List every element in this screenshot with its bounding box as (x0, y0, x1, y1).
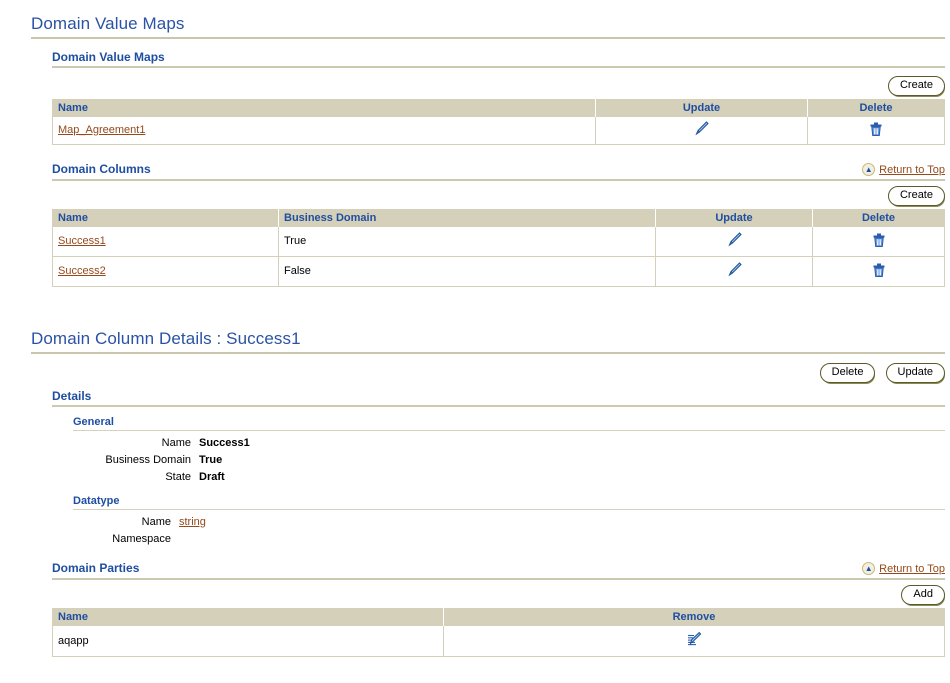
column-header-delete: Delete (812, 209, 945, 227)
pencil-icon[interactable] (693, 120, 710, 140)
domain-value-maps-section: Domain Value Maps Create Name Update Del… (52, 50, 945, 287)
general-fields: Name Success1 Business Domain True State… (73, 435, 945, 486)
field-value-name: Success1 (199, 437, 250, 449)
domain-parties-button-row: Add (52, 585, 945, 605)
domain-parties-add-button[interactable]: Add (901, 585, 945, 605)
field-label-namespace: Namespace (112, 533, 171, 545)
field-row-namespace: Namespace (73, 531, 945, 548)
table-header-row: Name Update Delete (52, 99, 945, 117)
field-label-business-domain: Business Domain (105, 454, 191, 466)
domain-columns-create-button[interactable]: Create (887, 186, 945, 206)
table-row: Success2 False (52, 256, 945, 287)
datatype-heading: Datatype (73, 495, 945, 510)
column-header-business-domain: Business Domain (278, 209, 656, 227)
map-agreement-link[interactable]: Map_Agreement1 (58, 124, 145, 136)
domain-column-link-success1[interactable]: Success1 (58, 235, 106, 247)
page-title: Domain Value Maps (31, 14, 945, 39)
domain-parties-header-row: Domain Parties ▲ Return to Top (52, 561, 945, 577)
pencil-icon[interactable] (726, 261, 743, 281)
field-label-name: Name (161, 437, 191, 449)
domain-columns-header-row: Domain Columns ▲ Return to Top (52, 162, 945, 178)
return-to-top-domain-columns[interactable]: ▲ Return to Top (862, 163, 945, 176)
cell-delete (812, 256, 945, 287)
field-row-datatype-name: Name string (73, 514, 945, 531)
column-header-update: Update (655, 209, 813, 227)
field-label-state: State (165, 471, 191, 483)
datatype-string-link[interactable]: string (179, 516, 206, 528)
field-label-datatype-name: Name (141, 516, 171, 528)
cell-delete (807, 117, 945, 145)
cell-business-domain: False (278, 256, 656, 287)
table-header-row: Name Remove (52, 608, 945, 626)
return-to-top-domain-parties[interactable]: ▲ Return to Top (862, 562, 945, 575)
dvm-create-button[interactable]: Create (887, 76, 945, 96)
table-row: aqapp (52, 626, 945, 657)
page-content: Domain Value Maps Domain Value Maps Crea… (0, 0, 950, 657)
general-block: General Name Success1 Business Domain Tr… (73, 416, 945, 548)
table-header-row: Name Business Domain Update Delete (52, 209, 945, 227)
domain-parties-heading: Domain Parties (52, 561, 140, 575)
column-header-name: Name (52, 209, 279, 227)
cell-name: Success2 (52, 256, 279, 287)
domain-columns-heading: Domain Columns (52, 162, 151, 176)
domain-column-details-page: Domain Column Details : Success1 Delete … (31, 329, 945, 657)
field-value-state: Draft (199, 471, 225, 483)
field-value-namespace (179, 531, 945, 548)
cell-name: Map_Agreement1 (52, 117, 596, 145)
details-block: Details General Name Success1 Business D… (52, 389, 945, 657)
datatype-fields: Name string Namespace (73, 514, 945, 548)
field-row-name: Name Success1 (73, 435, 945, 452)
field-value-business-domain: True (199, 454, 223, 466)
cell-update (655, 227, 813, 257)
cell-update (595, 117, 808, 145)
column-header-remove: Remove (443, 608, 945, 626)
up-arrow-icon: ▲ (862, 163, 876, 176)
details-delete-button[interactable]: Delete (819, 363, 876, 383)
remove-pencil-icon[interactable] (685, 630, 703, 651)
field-row-state: State Draft (73, 469, 945, 486)
dvm-button-row: Create (52, 76, 945, 96)
return-to-top-label[interactable]: Return to Top (879, 164, 945, 176)
details-update-button[interactable]: Update (885, 363, 945, 383)
return-to-top-label[interactable]: Return to Top (879, 563, 945, 575)
domain-columns-table: Name Business Domain Update Delete Succe… (52, 209, 945, 287)
field-row-business-domain: Business Domain True (73, 452, 945, 469)
details-heading: Details (52, 389, 945, 407)
column-header-delete: Delete (807, 99, 945, 117)
pencil-icon[interactable] (726, 231, 743, 251)
domain-value-maps-heading: Domain Value Maps (52, 50, 945, 68)
cell-name: Success1 (52, 227, 279, 257)
domain-columns-button-row: Create (52, 186, 945, 206)
cell-remove (443, 626, 945, 657)
table-row: Success1 True (52, 227, 945, 257)
table-row: Map_Agreement1 (52, 117, 945, 145)
column-header-name: Name (52, 99, 596, 117)
domain-value-maps-table: Name Update Delete Map_Agreement1 (52, 99, 945, 145)
domain-column-link-success2[interactable]: Success2 (58, 265, 106, 277)
cell-delete (812, 227, 945, 257)
details-page-title: Domain Column Details : Success1 (31, 329, 945, 354)
column-header-update: Update (595, 99, 808, 117)
trash-icon[interactable] (872, 232, 886, 251)
general-heading: General (73, 416, 945, 431)
domain-parties-rule (52, 578, 945, 580)
trash-icon[interactable] (869, 121, 883, 140)
trash-icon[interactable] (872, 262, 886, 281)
up-arrow-icon: ▲ (862, 562, 876, 575)
cell-update (655, 256, 813, 287)
details-button-row: Delete Update (31, 363, 945, 383)
domain-columns-rule (52, 179, 945, 181)
field-value-datatype-name: string (179, 514, 945, 531)
column-header-name: Name (52, 608, 444, 626)
cell-business-domain: True (278, 227, 656, 257)
domain-parties-table: Name Remove aqapp (52, 608, 945, 657)
cell-name: aqapp (52, 626, 444, 657)
